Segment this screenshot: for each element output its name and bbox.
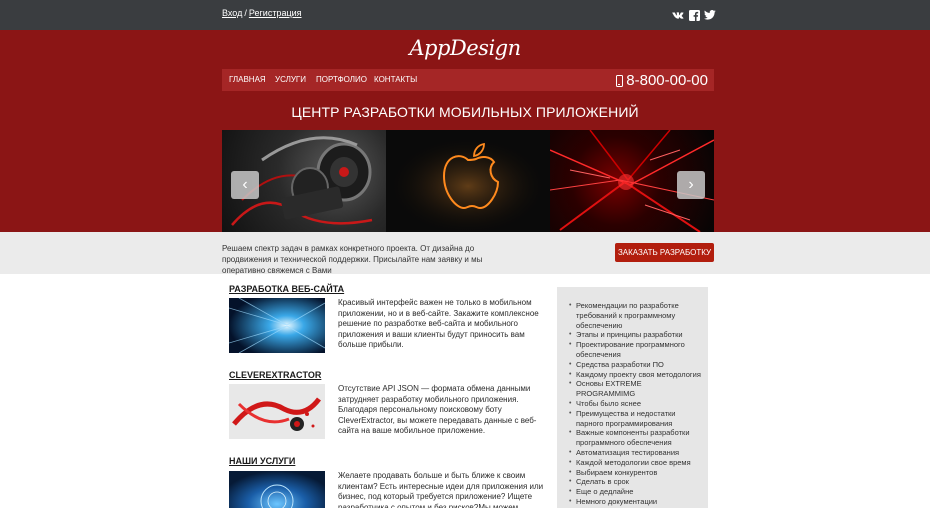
phone-number: 8-800-00-00 — [616, 72, 708, 89]
main-nav: ГЛАВНАЯ УСЛУГИ ПОРТФОЛИО КОНТАКТЫ 8-800-… — [222, 69, 714, 91]
nav-item-services[interactable]: УСЛУГИ — [275, 75, 306, 84]
sidebar-item[interactable]: Средства разработки ПО — [569, 360, 701, 370]
register-link[interactable]: Регистрация — [249, 8, 302, 18]
slider-prev-button[interactable]: ‹ — [231, 171, 259, 199]
sidebar-item[interactable]: Сделать в срок — [569, 477, 701, 487]
section-title-link[interactable]: НАШИ УСЛУГИ — [229, 456, 547, 466]
sidebar-item[interactable]: Каждой методологии свое время — [569, 458, 701, 468]
slide-apple-image — [386, 130, 550, 232]
auth-separator: / — [244, 8, 247, 18]
sidebar-item[interactable]: Основы EXTREME PROGRAMMIMG — [569, 379, 701, 399]
sidebar-item[interactable]: Автоматизация тестирования — [569, 448, 701, 458]
sidebar-item[interactable]: Выбираем конкурентов — [569, 468, 701, 478]
vk-icon[interactable] — [672, 9, 684, 21]
cleverextractor-image — [229, 384, 325, 439]
our-services-image — [229, 471, 325, 508]
slider-next-button[interactable]: › — [677, 171, 705, 199]
sidebar-item[interactable]: Важные компоненты разработки программног… — [569, 428, 701, 448]
section-web-development: РАЗРАБОТКА ВЕБ-САЙТА Красивый интерфейс … — [228, 284, 547, 359]
section-title-link[interactable]: CLEVEREXTRACTOR — [229, 370, 547, 380]
cta-text: Решаем спектр задач в рамках конкретного… — [222, 244, 483, 275]
nav-item-contacts[interactable]: КОНТАКТЫ — [374, 75, 417, 84]
twitter-icon[interactable] — [704, 9, 716, 21]
web-development-image — [228, 297, 326, 354]
site-logo[interactable]: AppDesign — [0, 36, 930, 60]
sidebar-item[interactable]: Рекомендации по разработке требований к … — [569, 301, 701, 330]
nav-item-portfolio[interactable]: ПОРТФОЛИО — [316, 75, 367, 84]
nav-item-home[interactable]: ГЛАВНАЯ — [229, 75, 266, 84]
section-text: Отсутствие API JSON — формата обмена дан… — [338, 384, 537, 435]
section-cleverextractor: CLEVEREXTRACTOR Отсутствие API JSON — фо… — [229, 370, 547, 445]
login-link[interactable]: Вход — [222, 8, 242, 18]
sidebar-list: Рекомендации по разработке требований к … — [569, 301, 701, 507]
sidebar-item[interactable]: Проектирование программного обеспечения — [569, 340, 701, 360]
cta-band: Решаем спектр задач в рамках конкретного… — [0, 232, 930, 275]
sidebar-articles: Рекомендации по разработке требований к … — [557, 287, 708, 508]
facebook-icon[interactable] — [688, 9, 700, 21]
phone-icon — [616, 74, 624, 87]
section-title-link[interactable]: РАЗРАБОТКА ВЕБ-САЙТА — [229, 284, 547, 294]
section-text: Желаете продавать больше и быть ближе к … — [338, 471, 544, 508]
sidebar-item[interactable]: Этапы и принципы разработки — [569, 330, 701, 340]
sidebar-item[interactable]: Каждому проекту своя методология — [569, 370, 701, 380]
section-text: Красивый интерфейс важен не только в моб… — [338, 298, 539, 349]
phone-text: 8-800-00-00 — [626, 72, 708, 89]
social-links — [672, 9, 716, 21]
sidebar-item[interactable]: Чтобы было яснее — [569, 399, 701, 409]
order-development-button[interactable]: ЗАКАЗАТЬ РАЗРАБОТКУ — [615, 243, 714, 262]
hero-title: ЦЕНТР РАЗРАБОТКИ МОБИЛЬНЫХ ПРИЛОЖЕНИЙ — [291, 104, 639, 120]
sidebar-item[interactable]: Еще о дедлайне — [569, 487, 701, 497]
top-bar: Вход / Регистрация — [0, 0, 930, 30]
image-slider: ‹ › — [222, 130, 714, 232]
section-our-services: НАШИ УСЛУГИ Желаете продавать больше и б… — [229, 456, 547, 508]
sidebar-item[interactable]: Немного документации — [569, 497, 701, 507]
sidebar-item[interactable]: Преимущества и недостатки парного програ… — [569, 409, 701, 429]
auth-links: Вход / Регистрация — [222, 8, 302, 18]
